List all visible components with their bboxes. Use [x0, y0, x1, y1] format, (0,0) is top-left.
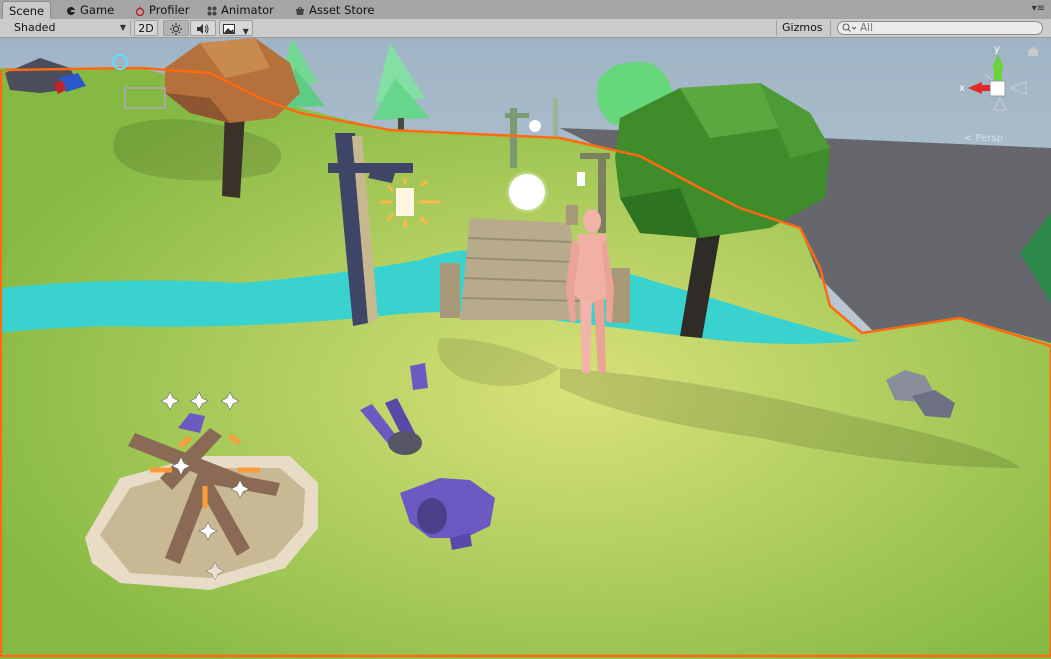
scene-audio-toggle[interactable]	[190, 20, 216, 36]
asset-store-icon	[296, 6, 304, 15]
shading-mode-dropdown[interactable]: Shaded ▼	[0, 20, 131, 36]
sun-icon	[170, 23, 182, 35]
scene-effects-dropdown[interactable]: ▼	[219, 20, 253, 36]
tab-animator[interactable]: Animator	[201, 2, 280, 19]
speaker-icon	[197, 24, 209, 34]
tab-game-label: Game	[80, 3, 115, 17]
tab-profiler-label: Profiler	[149, 3, 190, 17]
2d-mode-label: 2D	[138, 22, 154, 35]
2d-mode-toggle[interactable]: 2D	[134, 20, 158, 36]
scene-viewport[interactable]: y x < Persp	[0, 38, 1051, 659]
search-icon	[842, 23, 856, 32]
tab-game[interactable]: Game	[60, 2, 120, 19]
chevron-down-icon: ▼	[242, 27, 249, 36]
image-icon	[223, 24, 236, 34]
tab-asset-store[interactable]: Asset Store	[289, 2, 381, 19]
tab-scene-label: Scene	[9, 3, 45, 18]
tab-asset-store-label: Asset Store	[309, 3, 375, 17]
gizmos-label: Gizmos	[782, 21, 823, 34]
projection-label-text: Persp	[975, 133, 1004, 144]
armor-helmet[interactable]	[410, 363, 428, 390]
game-icon	[67, 6, 76, 15]
gizmo-y-label: y	[994, 44, 1000, 55]
tab-animator-label: Animator	[221, 3, 274, 17]
tab-menu-icon[interactable]: ▾≡	[1032, 3, 1045, 14]
gizmos-dropdown[interactable]: Gizmos ▼	[776, 20, 831, 49]
animator-icon	[207, 6, 217, 15]
projection-label[interactable]: < Persp	[964, 133, 1003, 144]
scene-toolbar: Shaded ▼ 2D ▼ Gizmos ▼	[0, 19, 1051, 49]
shading-mode-label: Shaded	[14, 21, 56, 34]
tab-scene[interactable]: Scene	[2, 1, 52, 20]
tab-profiler[interactable]: Profiler	[129, 2, 196, 19]
search-input[interactable]	[856, 22, 1030, 34]
gizmo-x-label: x	[959, 83, 965, 94]
editor-tab-bar: Scene Game Profiler Animator Asset Store…	[0, 0, 1051, 20]
scene-lighting-toggle[interactable]	[163, 20, 189, 36]
light-sphere	[509, 174, 545, 210]
chevron-down-icon: ▼	[119, 23, 126, 32]
hierarchy-search-field[interactable]	[837, 21, 1043, 35]
profiler-icon	[135, 6, 145, 16]
